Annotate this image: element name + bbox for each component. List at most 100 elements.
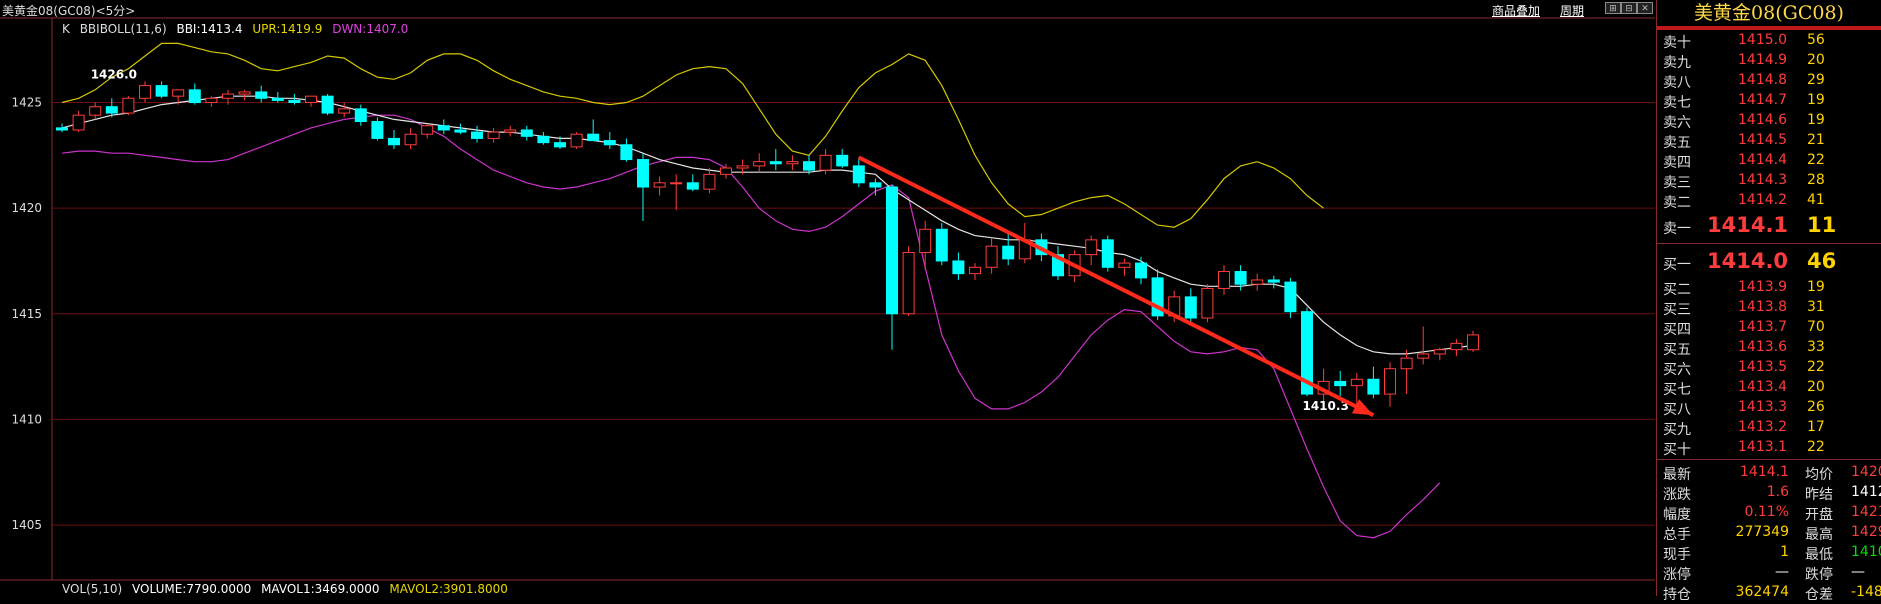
ask-row[interactable]: 卖八 1414.8 29 bbox=[1657, 70, 1881, 91]
candle-body-up bbox=[139, 85, 151, 99]
candle-body-up bbox=[1450, 342, 1463, 351]
candlestick-chart[interactable]: 142514201415141014051426.01410.3 bbox=[0, 0, 1655, 596]
level-price: 1414.5 bbox=[1738, 132, 1787, 148]
stat-value: 1 bbox=[1780, 544, 1789, 560]
candle-body-down bbox=[255, 91, 268, 99]
level-label: 卖八 bbox=[1663, 75, 1691, 91]
level-label: 买二 bbox=[1663, 282, 1691, 298]
candle-body-down bbox=[869, 182, 882, 188]
ask1-row[interactable]: 卖一 1414.1 11 bbox=[1657, 210, 1881, 241]
stat-label: 幅度 bbox=[1663, 507, 1691, 523]
ask-row[interactable]: 卖五 1414.5 21 bbox=[1657, 130, 1881, 151]
level-price: 1415.0 bbox=[1738, 32, 1787, 48]
ask-row[interactable]: 卖六 1414.6 19 bbox=[1657, 110, 1881, 131]
candle-body-up bbox=[338, 108, 351, 114]
mavol1-value: MAVOL1:3469.0000 bbox=[261, 582, 380, 596]
ask1-label: 卖一 bbox=[1663, 221, 1691, 237]
bid-row[interactable]: 买十 1413.1 22 bbox=[1657, 437, 1881, 458]
level-volume: 22 bbox=[1807, 152, 1825, 168]
y-tick-label: 1410 bbox=[11, 412, 42, 426]
y-tick-label: 1425 bbox=[11, 96, 42, 110]
level-price: 1413.4 bbox=[1738, 379, 1787, 395]
stat-label: 最低 bbox=[1805, 547, 1833, 563]
level-label: 买十 bbox=[1663, 442, 1691, 458]
candle-body-up bbox=[969, 266, 981, 275]
level-volume: 20 bbox=[1807, 379, 1825, 395]
candle-body-down bbox=[471, 131, 483, 139]
candle-body-up bbox=[570, 133, 583, 148]
candle-body-down bbox=[1267, 279, 1280, 283]
divider bbox=[1657, 243, 1881, 244]
candle-body-up bbox=[753, 161, 766, 167]
candle-body-down bbox=[587, 133, 600, 142]
level-label: 买九 bbox=[1663, 422, 1691, 438]
candle-body-down bbox=[1234, 271, 1247, 285]
ask-list: 卖十 1415.0 56 卖九 1414.9 20 卖八 1414.8 29 卖七 1414.7 19… bbox=[1657, 30, 1881, 211]
level-label: 买七 bbox=[1663, 382, 1691, 398]
candle-body-up bbox=[786, 161, 799, 165]
candle-body-down bbox=[603, 140, 616, 146]
ask-row[interactable]: 卖七 1414.7 19 bbox=[1657, 90, 1881, 111]
stat-value: 1410 bbox=[1851, 544, 1881, 560]
level-price: 1413.7 bbox=[1738, 319, 1787, 335]
ask-row[interactable]: 卖二 1414.2 41 bbox=[1657, 190, 1881, 211]
stat-row: 涨跌 1.6 昨结 1412 bbox=[1657, 482, 1881, 503]
ask-row[interactable]: 卖九 1414.9 20 bbox=[1657, 50, 1881, 71]
candle-body-down bbox=[803, 161, 815, 171]
candle-body-down bbox=[1284, 281, 1297, 313]
bid-row[interactable]: 买四 1413.7 70 bbox=[1657, 317, 1881, 338]
candle-body-up bbox=[1467, 334, 1479, 351]
candle-body-up bbox=[504, 129, 517, 133]
level-volume: 21 bbox=[1807, 132, 1825, 148]
stats-list: 最新 1414.1 均价 1420 涨跌 1.6 昨结 1412 幅度 0.11% 开盘 1421 总手… bbox=[1657, 462, 1881, 603]
level-volume: 29 bbox=[1807, 72, 1825, 88]
bid-row[interactable]: 买八 1413.3 26 bbox=[1657, 397, 1881, 418]
candle-body-up bbox=[703, 173, 716, 190]
level-volume: 41 bbox=[1807, 192, 1825, 208]
level-label: 卖三 bbox=[1663, 175, 1691, 191]
bid-row[interactable]: 买七 1413.4 20 bbox=[1657, 377, 1881, 398]
bid-row[interactable]: 买九 1413.2 17 bbox=[1657, 417, 1881, 438]
bid-row[interactable]: 买五 1413.6 33 bbox=[1657, 337, 1881, 358]
candle-body-up bbox=[1400, 357, 1413, 370]
stat-label: 跌停 bbox=[1805, 567, 1833, 583]
stat-row: 涨停 — 跌停 — bbox=[1657, 562, 1881, 583]
stat-label: 现手 bbox=[1663, 547, 1691, 563]
candle-body-up bbox=[172, 89, 185, 97]
candle-body-up bbox=[1384, 368, 1396, 395]
level-price: 1414.3 bbox=[1738, 172, 1787, 188]
candle-body-up bbox=[205, 97, 218, 104]
level-volume: 22 bbox=[1807, 439, 1825, 455]
candle-body-down bbox=[554, 142, 566, 148]
candle-body-down bbox=[155, 85, 168, 97]
volume-legend: VOL(5,10) VOLUME:7790.0000 MAVOL1:3469.0… bbox=[62, 582, 514, 596]
stat-label: 总手 bbox=[1663, 527, 1691, 543]
bid1-price: 1414.0 bbox=[1707, 249, 1789, 273]
level-price: 1413.2 bbox=[1738, 419, 1787, 435]
level-volume: 17 bbox=[1807, 419, 1825, 435]
stat-value: 1414.1 bbox=[1740, 464, 1789, 480]
level-volume: 26 bbox=[1807, 399, 1825, 415]
candle-body-down bbox=[1002, 245, 1015, 260]
candle-body-up bbox=[1118, 262, 1131, 268]
level-price: 1414.7 bbox=[1738, 92, 1787, 108]
level-label: 卖二 bbox=[1663, 195, 1691, 211]
mavol2-value: MAVOL2:3901.8000 bbox=[389, 582, 508, 596]
level-volume: 19 bbox=[1807, 92, 1825, 108]
bid-row[interactable]: 买三 1413.8 31 bbox=[1657, 297, 1881, 318]
level-label: 买六 bbox=[1663, 362, 1691, 378]
stat-value: 362474 bbox=[1735, 584, 1789, 600]
upr-line bbox=[61, 42, 1324, 228]
bid-row[interactable]: 买六 1413.5 22 bbox=[1657, 357, 1881, 378]
bbi-line bbox=[61, 95, 1474, 355]
level-label: 买三 bbox=[1663, 302, 1691, 318]
bid1-row[interactable]: 买一 1414.0 46 bbox=[1657, 246, 1881, 277]
level-price: 1414.6 bbox=[1738, 112, 1787, 128]
vol-name: VOL(5,10) bbox=[62, 582, 123, 596]
bid-row[interactable]: 买二 1413.9 19 bbox=[1657, 277, 1881, 298]
ask-row[interactable]: 卖十 1415.0 56 bbox=[1657, 30, 1881, 51]
ask-row[interactable]: 卖四 1414.4 22 bbox=[1657, 150, 1881, 171]
candle-body-up bbox=[222, 93, 234, 99]
ask-row[interactable]: 卖三 1414.3 28 bbox=[1657, 170, 1881, 191]
stat-row: 总手 277349 最高 1429 bbox=[1657, 522, 1881, 543]
